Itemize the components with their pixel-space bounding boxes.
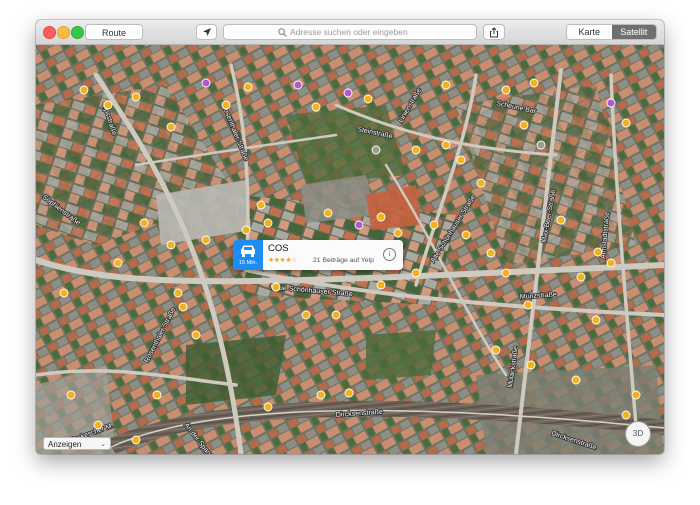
route-button[interactable]: Route	[85, 24, 143, 40]
poi-pin[interactable]	[371, 145, 381, 155]
poi-pin[interactable]	[606, 98, 616, 108]
poi-pin[interactable]	[556, 215, 566, 225]
poi-pin[interactable]	[178, 302, 188, 312]
poi-pin[interactable]	[526, 360, 536, 370]
search-input[interactable]: Adresse suchen oder eingeben	[223, 24, 477, 40]
poi-pin[interactable]	[201, 78, 211, 88]
view-mode-segmented-control: Karte Satellit	[566, 24, 657, 40]
poi-pin[interactable]	[411, 145, 421, 155]
poi-pin[interactable]	[576, 272, 586, 282]
minimize-button[interactable]	[57, 26, 70, 39]
poi-pin[interactable]	[221, 100, 231, 110]
poi-pin[interactable]	[131, 92, 141, 102]
titlebar: Route Adresse suchen oder eingeben Karte…	[36, 20, 664, 45]
place-callout[interactable]: 15 Min. COS ★★★★☆ 21 Beiträge auf Yelp i	[233, 240, 403, 270]
poi-pin[interactable]	[66, 390, 76, 400]
poi-pin[interactable]	[331, 310, 341, 320]
show-dropdown-label: Anzeigen	[48, 440, 82, 449]
share-icon	[490, 27, 498, 38]
poi-pin[interactable]	[461, 230, 471, 240]
poi-pin[interactable]	[441, 80, 451, 90]
poi-pin[interactable]	[411, 268, 421, 278]
poi-pin[interactable]	[243, 82, 253, 92]
info-button[interactable]: i	[383, 248, 396, 261]
poi-pin[interactable]	[631, 390, 641, 400]
star-rating: ★★★★☆	[268, 257, 297, 264]
poi-pin[interactable]	[263, 218, 273, 228]
show-dropdown[interactable]: Anzeigen ⌄	[43, 437, 111, 450]
poi-pin[interactable]	[456, 155, 466, 165]
poi-pin[interactable]	[621, 410, 631, 420]
zoom-window-button[interactable]	[71, 26, 84, 39]
poi-pin[interactable]	[529, 78, 539, 88]
poi-pin[interactable]	[593, 247, 603, 257]
poi-pin[interactable]	[441, 140, 451, 150]
tab-satellit[interactable]: Satellit	[611, 25, 656, 39]
poi-pin[interactable]	[476, 178, 486, 188]
poi-pin[interactable]	[59, 288, 69, 298]
poi-pin[interactable]	[271, 282, 281, 292]
poi-pin[interactable]	[376, 280, 386, 290]
car-icon	[241, 245, 255, 257]
poi-pin[interactable]	[166, 240, 176, 250]
poi-pin[interactable]	[256, 200, 266, 210]
poi-pin[interactable]	[486, 248, 496, 258]
poi-pin[interactable]	[103, 100, 113, 110]
tab-karte[interactable]: Karte	[567, 25, 612, 39]
compass-3d-button[interactable]: 3D	[625, 421, 651, 447]
maps-window: Route Adresse suchen oder eingeben Karte…	[36, 20, 664, 454]
poi-pin[interactable]	[363, 94, 373, 104]
poi-pin[interactable]	[571, 375, 581, 385]
poi-pin[interactable]	[173, 288, 183, 298]
share-button[interactable]	[483, 24, 505, 40]
poi-pin[interactable]	[536, 140, 546, 150]
drive-time-badge[interactable]: 15 Min.	[233, 240, 263, 270]
poi-pin[interactable]	[316, 390, 326, 400]
poi-pin[interactable]	[323, 208, 333, 218]
current-location-button[interactable]	[196, 24, 217, 40]
poi-pin[interactable]	[344, 388, 354, 398]
search-icon	[278, 28, 287, 37]
close-button[interactable]	[43, 26, 56, 39]
poi-pin[interactable]	[93, 420, 103, 430]
compass-label: 3D	[632, 429, 644, 438]
poi-pin[interactable]	[301, 310, 311, 320]
poi-pin[interactable]	[354, 220, 364, 230]
poi-pin[interactable]	[491, 345, 501, 355]
poi-pin[interactable]	[79, 85, 89, 95]
poi-pin[interactable]	[606, 258, 616, 268]
poi-pin[interactable]	[166, 122, 176, 132]
poi-pin[interactable]	[191, 330, 201, 340]
poi-pin[interactable]	[519, 120, 529, 130]
poi-pin[interactable]	[523, 300, 533, 310]
poi-pin[interactable]	[139, 218, 149, 228]
chevron-down-icon: ⌄	[100, 441, 106, 448]
poi-pin[interactable]	[131, 435, 141, 445]
drive-time-label: 15 Min.	[238, 260, 258, 266]
location-arrow-icon	[202, 28, 211, 36]
poi-pin[interactable]	[311, 102, 321, 112]
poi-pin[interactable]	[263, 402, 273, 412]
poi-pin[interactable]	[113, 258, 123, 268]
poi-pin[interactable]	[591, 315, 601, 325]
poi-pin[interactable]	[201, 235, 211, 245]
poi-pin[interactable]	[501, 85, 511, 95]
search-placeholder: Adresse suchen oder eingeben	[290, 27, 408, 37]
poi-pin[interactable]	[621, 118, 631, 128]
poi-pin[interactable]	[376, 212, 386, 222]
place-name: COS	[268, 243, 289, 254]
satellite-map[interactable]: Neue Schönhauser Straße Alte Schönhauser…	[36, 45, 664, 454]
poi-pin[interactable]	[393, 228, 403, 238]
poi-pin[interactable]	[152, 390, 162, 400]
poi-pin[interactable]	[293, 80, 303, 90]
poi-pin[interactable]	[343, 88, 353, 98]
review-count: 21 Beiträge auf Yelp	[313, 257, 374, 264]
poi-pin[interactable]	[429, 220, 439, 230]
poi-pin[interactable]	[501, 268, 511, 278]
poi-pin[interactable]	[241, 225, 251, 235]
